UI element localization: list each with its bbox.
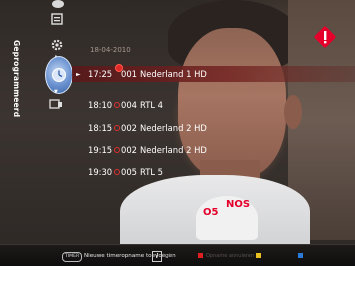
timer-key-icon[interactable]: TIMER xyxy=(62,252,83,262)
record-ring-icon xyxy=(114,147,120,153)
row-channel-number: 001 xyxy=(121,69,137,79)
row-channel-number: 005 xyxy=(121,167,137,177)
row-time: 17:25 xyxy=(88,69,113,79)
row-channel-name: Nederland 2 HD xyxy=(140,145,207,155)
microphone-logo-text-2: NOS xyxy=(226,199,251,210)
row-time: 18:10 xyxy=(88,100,113,110)
yellow-key-icon[interactable] xyxy=(256,253,261,258)
blue-key-icon[interactable] xyxy=(298,253,303,258)
channel-logo-icon xyxy=(314,26,336,48)
row-channel-name: RTL 4 xyxy=(140,100,163,110)
clock-icon[interactable] xyxy=(45,56,73,94)
row-channel-number: 002 xyxy=(121,145,137,155)
row-time: 18:15 xyxy=(88,123,113,133)
row-channel-number: 004 xyxy=(121,100,137,110)
help-bar: TIMER Nieuwe timeropname toevoegen i Inf… xyxy=(0,244,355,266)
selection-pointer-icon: ► xyxy=(76,70,81,78)
row-channel-name: Nederland 2 HD xyxy=(140,123,207,133)
info-hint-label: Info xyxy=(163,253,174,259)
tv-screen: O5 NOS Geprogrammeerd ▲ ▼ xyxy=(0,0,355,291)
info-key-icon[interactable]: i xyxy=(152,251,162,262)
gear-icon[interactable] xyxy=(50,38,64,52)
screen-border-bottom xyxy=(0,266,355,291)
microphone-logo-text-1: O5 xyxy=(203,207,219,218)
row-channel-name: Nederland 1 HD xyxy=(140,69,207,79)
record-list-icon[interactable] xyxy=(50,12,64,26)
row-channel-number: 002 xyxy=(121,123,137,133)
red-key-label: Opname annuleren xyxy=(206,253,255,259)
row-time: 19:15 xyxy=(88,145,113,155)
row-channel-name: RTL 5 xyxy=(140,167,163,177)
scroll-up-indicator-icon xyxy=(52,0,64,8)
nav-down-arrow-icon[interactable]: ▼ xyxy=(54,89,58,95)
timer-row[interactable]: 19:15 002 Nederland 2 HD xyxy=(72,142,355,158)
row-time: 19:30 xyxy=(88,167,113,177)
red-key-icon[interactable] xyxy=(198,253,203,258)
timer-row[interactable]: 18:10 004 RTL 4 xyxy=(72,97,355,113)
media-icon[interactable] xyxy=(49,98,63,110)
timer-row[interactable]: 19:30 005 RTL 5 xyxy=(72,164,355,180)
record-ring-icon xyxy=(114,169,120,175)
record-ring-icon xyxy=(114,125,120,131)
listing-date: 18-04-2010 xyxy=(90,46,131,54)
timer-row[interactable]: 18:15 002 Nederland 2 HD xyxy=(72,120,355,136)
record-ring-icon xyxy=(114,102,120,108)
timer-row[interactable]: ► 17:25 001 Nederland 1 HD xyxy=(72,64,355,82)
menu-title: Geprogrammeerd xyxy=(12,40,21,118)
